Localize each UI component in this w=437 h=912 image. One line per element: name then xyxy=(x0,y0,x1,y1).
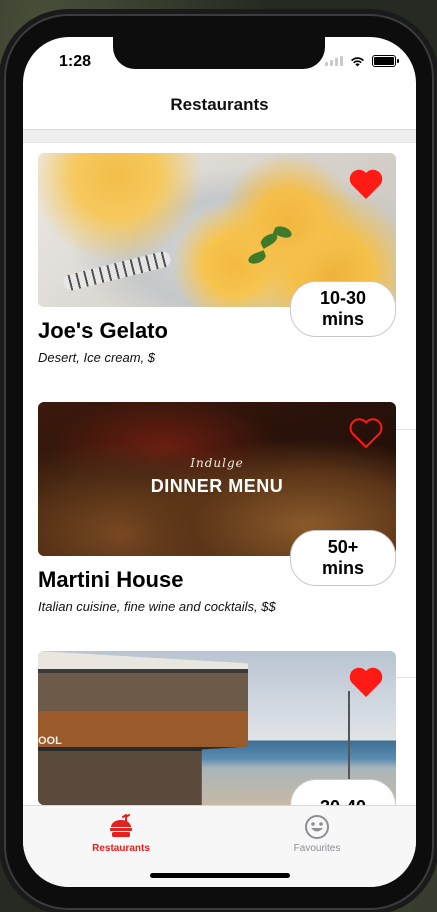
restaurant-description: Italian cuisine, fine wine and cocktails… xyxy=(38,599,276,614)
device-notch xyxy=(113,37,325,69)
favourite-heart-outline-icon[interactable] xyxy=(348,416,384,450)
spoon-image xyxy=(61,249,173,293)
battery-icon xyxy=(372,55,399,67)
tab-favourites[interactable]: Favourites xyxy=(247,814,387,854)
restaurant-card-martini-house[interactable]: Indulge DINNER MENU 50+ mins Martini Hou… xyxy=(38,402,396,614)
building-sign: OOL xyxy=(38,735,62,747)
tab-label: Restaurants xyxy=(92,843,150,854)
building-image xyxy=(38,651,248,805)
favourite-heart-icon[interactable] xyxy=(348,167,384,201)
restaurant-card-joes-gelato[interactable]: 10-30 mins Joe's Gelato Desert, Ice crea… xyxy=(38,153,396,365)
delivery-time-badge: 30-40 xyxy=(290,779,396,805)
status-time: 1:28 xyxy=(59,53,92,70)
wifi-icon xyxy=(351,57,364,67)
image-subtitle: Indulge xyxy=(190,456,244,470)
delivery-time-badge: 10-30 mins xyxy=(290,281,396,337)
image-title: DINNER MENU xyxy=(150,476,284,496)
header-divider xyxy=(23,129,416,143)
restaurant-list[interactable]: 10-30 mins Joe's Gelato Desert, Ice crea… xyxy=(23,143,416,805)
tab-label: Favourites xyxy=(293,843,341,854)
mint-leaf xyxy=(246,250,268,266)
restaurant-name: Martini House xyxy=(38,567,184,592)
home-indicator[interactable] xyxy=(150,873,290,878)
restaurant-name: Joe's Gelato xyxy=(38,318,168,343)
favourite-heart-icon[interactable] xyxy=(348,665,384,699)
cellular-signal-icon xyxy=(325,56,343,66)
restaurant-card-beach[interactable]: OOL 30-40 xyxy=(38,651,396,805)
restaurant-icon xyxy=(110,814,132,837)
page-title: Restaurants xyxy=(170,95,269,114)
app-screen: 1:28 Restaurants 10-30 mins Joe's Gelato… xyxy=(23,37,416,887)
status-icons xyxy=(325,55,399,67)
smiley-face-icon xyxy=(305,815,329,839)
tab-restaurants[interactable]: Restaurants xyxy=(51,814,191,854)
restaurant-description: Desert, Ice cream, $ xyxy=(38,350,156,365)
delivery-time-badge: 50+ mins xyxy=(290,530,396,586)
